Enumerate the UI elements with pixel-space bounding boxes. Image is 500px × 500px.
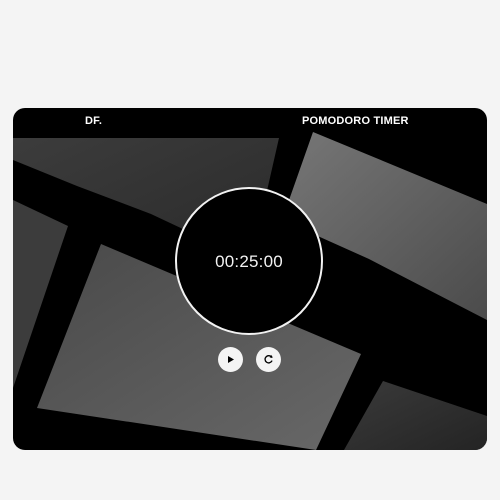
timer-circle: 00:25:00 [175, 187, 323, 335]
app-title: POMODORO TIMER [302, 115, 409, 127]
pomodoro-app-window: DF. POMODORO TIMER 00:25:00 [13, 108, 487, 450]
timer-display: 00:25:00 [215, 251, 283, 271]
app-header: DF. POMODORO TIMER [13, 108, 487, 134]
restart-icon [263, 354, 274, 365]
play-button[interactable] [218, 347, 243, 372]
play-icon [225, 354, 236, 365]
reset-button[interactable] [256, 347, 281, 372]
brand-logo-text: DF. [85, 115, 103, 127]
background-panel-bottom-right [344, 381, 487, 450]
